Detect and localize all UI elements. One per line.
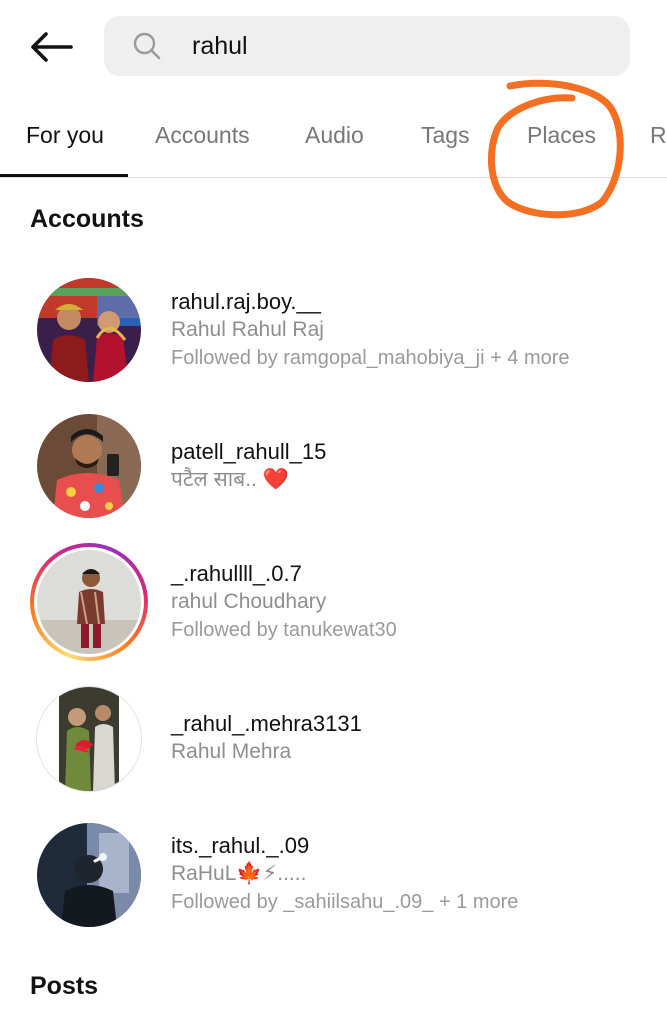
- account-text: _rahul_.mehra3131 Rahul Mehra: [171, 710, 362, 766]
- avatar: [37, 550, 141, 654]
- search-bar[interactable]: [104, 16, 630, 76]
- account-followed-by: Followed by _sahiilsahu_.09_ + 1 more: [171, 891, 519, 913]
- account-username: _rahul_.mehra3131: [171, 711, 362, 736]
- account-row[interactable]: its._rahul._.09 RaHuL🍁⚡..... Followed by…: [0, 820, 667, 944]
- avatar: [37, 414, 141, 518]
- account-text: patell_rahull_15 पटैल साब.. ❤️: [171, 438, 326, 494]
- account-username: its._rahul._.09: [171, 833, 310, 858]
- posts-section-title: Posts: [30, 972, 99, 1000]
- avatar: [37, 278, 141, 382]
- account-row[interactable]: patell_rahull_15 पटैल साब.. ❤️: [0, 412, 667, 536]
- back-button[interactable]: [24, 22, 78, 72]
- account-followed-by: Followed by tanukewat30: [171, 619, 397, 641]
- account-text: rahul.raj.boy.__ Rahul Rahul Raj Followe…: [171, 288, 570, 372]
- tab-tags[interactable]: Tags: [421, 122, 470, 149]
- account-full-name: Rahul Mehra: [171, 740, 292, 763]
- account-row[interactable]: _rahul_.mehra3131 Rahul Mehra: [0, 686, 667, 810]
- tab-audio[interactable]: Audio: [305, 122, 364, 149]
- account-text: _.rahullll_.0.7 rahul Choudhary Followed…: [171, 560, 397, 644]
- accounts-section-title: Accounts: [30, 205, 144, 233]
- avatar: [37, 823, 141, 927]
- account-username: patell_rahull_15: [171, 439, 327, 464]
- search-icon: [133, 32, 161, 60]
- tab-reels-partial[interactable]: Re: [650, 122, 667, 149]
- search-header: [0, 0, 667, 90]
- tab-accounts[interactable]: Accounts: [155, 122, 250, 149]
- account-followed-by: Followed by ramgopal_mahobiya_ji + 4 mor…: [171, 347, 570, 369]
- account-row[interactable]: rahul.raj.boy.__ Rahul Rahul Raj Followe…: [0, 276, 667, 400]
- tab-places[interactable]: Places: [527, 122, 596, 149]
- avatar: [37, 687, 141, 791]
- account-full-name: Rahul Rahul Raj: [171, 318, 324, 341]
- back-arrow-icon: [31, 32, 73, 62]
- account-row[interactable]: _.rahullll_.0.7 rahul Choudhary Followed…: [0, 540, 667, 664]
- account-username: _.rahullll_.0.7: [171, 561, 302, 586]
- account-full-name: RaHuL🍁⚡.....: [171, 862, 307, 885]
- active-tab-indicator: [0, 174, 128, 177]
- tab-for-you[interactable]: For you: [26, 122, 104, 149]
- account-text: its._rahul._.09 RaHuL🍁⚡..... Followed by…: [171, 832, 518, 916]
- search-tabs: For you Accounts Audio Tags Places Re: [0, 96, 667, 178]
- account-full-name: पटैल साब.. ❤️: [171, 468, 289, 491]
- account-full-name: rahul Choudhary: [171, 590, 327, 613]
- search-input[interactable]: [192, 26, 612, 66]
- account-username: rahul.raj.boy.__: [171, 289, 322, 314]
